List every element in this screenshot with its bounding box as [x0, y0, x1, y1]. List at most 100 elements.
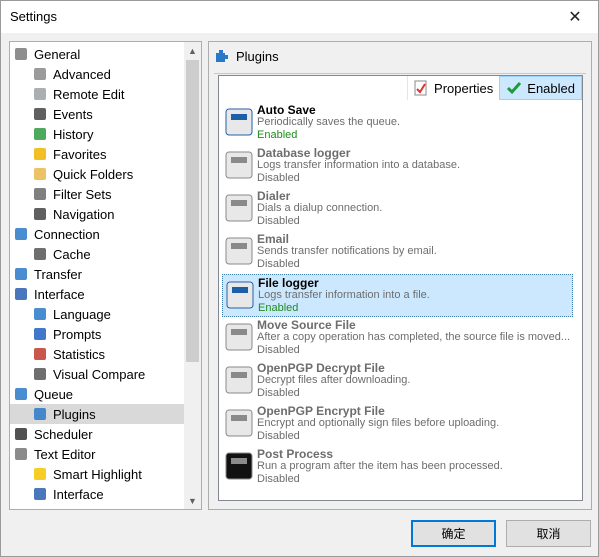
properties-icon [414, 80, 427, 96]
scroll-thumb[interactable] [186, 60, 199, 362]
plugin-row-openpgp-decrypt-file[interactable]: OpenPGP Decrypt File Decrypt files after … [222, 360, 573, 403]
plugins-list: Properties Enabled Auto Save Periodically… [218, 75, 583, 501]
queue-icon [13, 386, 29, 402]
tree-item-text-editor[interactable]: Text Editor [13, 444, 95, 464]
window-icon [32, 486, 48, 502]
plugin-row-database-logger[interactable]: Database logger Logs transfer information… [222, 145, 573, 188]
tree-item-label: Text Editor [34, 446, 96, 462]
cache-icon [32, 246, 48, 262]
properties-column-label: Properties [434, 80, 494, 96]
tree-item-plugins[interactable]: Plugins [10, 404, 186, 424]
plugin-name: Dialer [257, 189, 291, 203]
padlock-icon [224, 365, 254, 395]
settings-tree: Interface Smart Highlight Text Editor Sched… [9, 41, 202, 510]
plugin-status: Disabled [257, 215, 300, 227]
tree-item-navigation[interactable]: Navigation [32, 204, 114, 224]
enabled-column-header[interactable]: Enabled [499, 76, 582, 100]
tree-item-transfer[interactable]: Transfer [13, 264, 82, 284]
panel-divider [214, 73, 586, 74]
tree-item-filter-sets[interactable]: Filter Sets [32, 184, 112, 204]
star-icon [32, 146, 48, 162]
plugin-description: Decrypt files after downloading. [257, 374, 411, 386]
tree-item-label: Remote Edit [53, 86, 125, 102]
tree-item-smart-highlight[interactable]: Smart Highlight [32, 464, 142, 484]
ok-button[interactable]: 确定 [411, 520, 496, 547]
plugin-row-dialer[interactable]: Dialer Dials a dialup connection. Disabled [222, 188, 573, 231]
database-icon [224, 150, 254, 180]
tree-item-remote-edit[interactable]: Remote Edit [32, 84, 125, 104]
shield-icon [32, 326, 48, 342]
tree-item-label: Prompts [53, 326, 102, 342]
settings-window: Settings ✕ Interface Smart Highlight Text … [0, 0, 599, 557]
speaker-icon [32, 106, 48, 122]
cancel-button[interactable]: 取消 [506, 520, 591, 547]
tree-scrollbar[interactable]: ▲ ▼ [184, 42, 201, 509]
plugin-status: Enabled [258, 302, 299, 314]
plugin-description: Dials a dialup connection. [257, 202, 383, 214]
plugin-row-file-logger[interactable]: File logger Logs transfer information int… [222, 274, 573, 317]
tree-item-history[interactable]: History [32, 124, 93, 144]
tree-item-label: Cache [53, 246, 91, 262]
plugin-name: Database logger [257, 146, 351, 160]
plugin-name: Post Process [257, 447, 334, 461]
tree-item-label: Favorites [53, 146, 107, 162]
tree-item-label: Queue [34, 386, 74, 402]
tree-item-label: Navigation [53, 206, 115, 222]
tree-item-cache[interactable]: Cache [32, 244, 91, 264]
plugin-description: After a copy operation has completed, th… [257, 331, 571, 343]
tree-item-general[interactable]: General [13, 44, 80, 64]
folder-icon [32, 166, 48, 182]
plugin-row-auto-save[interactable]: Auto Save Periodically saves the queue. En… [222, 102, 573, 145]
move-file-icon [224, 322, 254, 352]
plugin-name: Auto Save [257, 103, 316, 117]
floppy-icon [224, 107, 254, 137]
plugin-row-email[interactable]: Email Sends transfer notifications by ema… [222, 231, 573, 274]
tree-item-scheduler[interactable]: Scheduler [13, 424, 93, 444]
phone-icon [224, 193, 254, 223]
tree-item-label: History [53, 126, 94, 142]
plugin-description: Run a program after the item has been pr… [257, 460, 503, 472]
tree-item-interface[interactable]: Interface [32, 484, 104, 504]
plugin-description: Sends transfer notifications by email. [257, 245, 437, 257]
plugin-status: Disabled [257, 344, 300, 356]
plugin-status: Disabled [257, 172, 300, 184]
connection-icon [13, 226, 29, 242]
tree-item-queue[interactable]: Queue [13, 384, 73, 404]
tree-item-label: Interface [34, 286, 85, 302]
clock-icon [13, 426, 29, 442]
tree-item-visual-compare[interactable]: Visual Compare [32, 364, 145, 384]
tree-item-label: Advanced [53, 66, 111, 82]
tree-item-quick-folders[interactable]: Quick Folders [32, 164, 133, 184]
document-icon [32, 86, 48, 102]
tree-item-label: Interface [53, 486, 104, 502]
panel-title: Plugins [236, 48, 279, 64]
scroll-up-arrow-icon[interactable]: ▲ [184, 42, 201, 59]
tree-item-statistics[interactable]: Statistics [32, 344, 105, 364]
plugin-status: Disabled [257, 387, 300, 399]
tree-item-label: Transfer [34, 266, 82, 282]
plugin-row-openpgp-encrypt-file[interactable]: OpenPGP Encrypt File Encrypt and optional… [222, 403, 573, 446]
highlight-icon [32, 466, 48, 482]
tree-item-advanced[interactable]: Advanced [32, 64, 111, 84]
tree-item-language[interactable]: Language [32, 304, 111, 324]
tree-item-favorites[interactable]: Favorites [32, 144, 106, 164]
tree-item-label: Connection [34, 226, 100, 242]
plugin-description: Logs transfer information into a databas… [257, 159, 461, 171]
gears-icon [13, 46, 29, 62]
funnel-icon [32, 186, 48, 202]
envelope-icon [224, 236, 254, 266]
tree-item-events[interactable]: Events [32, 104, 93, 124]
scroll-down-arrow-icon[interactable]: ▼ [184, 492, 201, 509]
tree-item-label: General [34, 46, 81, 62]
close-button[interactable]: ✕ [552, 1, 598, 33]
tree-item-interface[interactable]: Interface [13, 284, 85, 304]
tree-item-prompts[interactable]: Prompts [32, 324, 101, 344]
plugin-status: Disabled [257, 473, 300, 485]
tree-item-connection[interactable]: Connection [13, 224, 100, 244]
log-file-icon [225, 280, 255, 310]
properties-column-header[interactable]: Properties [407, 76, 500, 100]
list-column-headers: Properties Enabled [407, 76, 582, 100]
plugin-row-post-process[interactable]: Post Process Run a program after the item… [222, 446, 573, 489]
plugin-description: Logs transfer information into a file. [258, 289, 430, 301]
plugin-row-move-source-file[interactable]: Move Source File After a copy operation h… [222, 317, 573, 360]
